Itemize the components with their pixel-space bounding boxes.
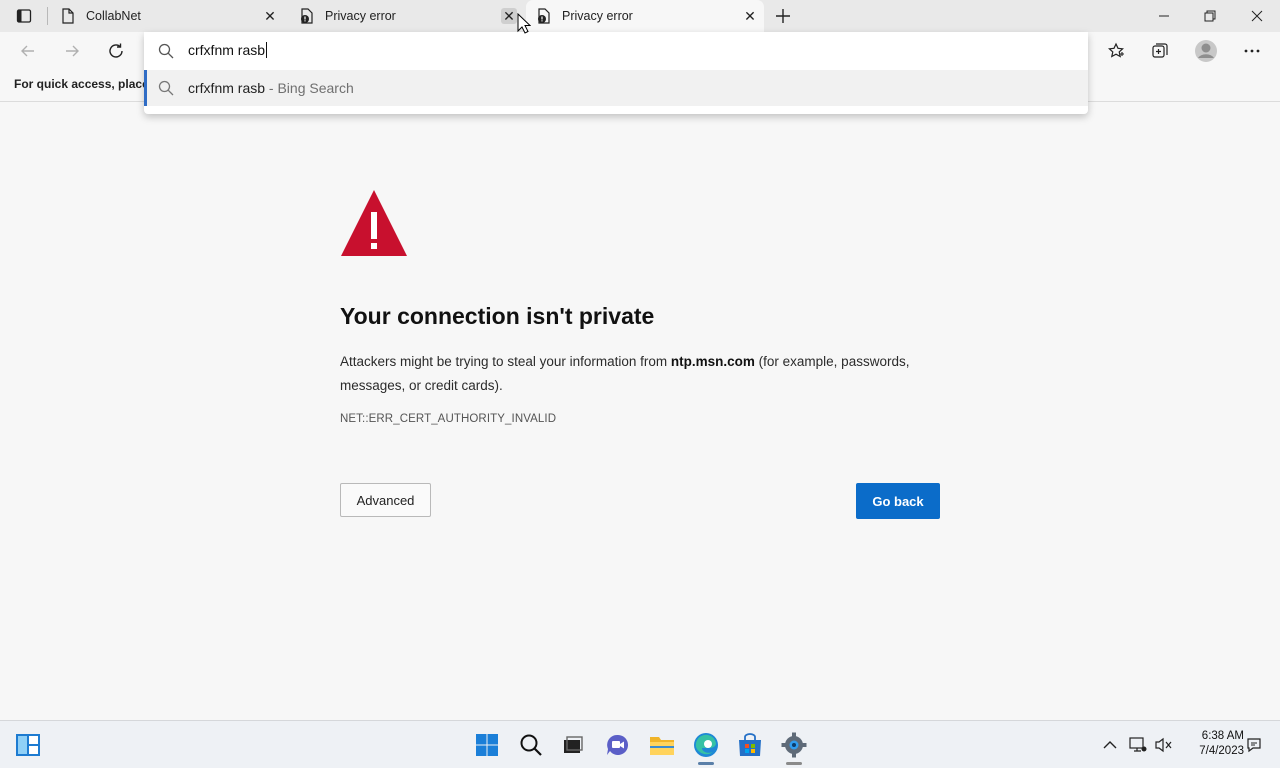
running-app-indicator <box>786 762 802 765</box>
close-icon[interactable]: ✕ <box>742 8 758 24</box>
chevron-up-icon[interactable] <box>1100 735 1120 755</box>
notification-icon[interactable] <box>1244 735 1264 755</box>
back-arrow-icon[interactable] <box>14 38 42 64</box>
error-code: NET::ERR_CERT_AUTHORITY_INVALID <box>340 413 557 425</box>
tab-strip: CollabNet ✕ Privacy error ✕ Privacy erro… <box>0 0 1280 32</box>
tab-privacy-error-2[interactable]: Privacy error ✕ <box>526 0 764 32</box>
search-icon <box>158 43 174 59</box>
start-button[interactable] <box>471 729 503 761</box>
task-view-icon[interactable] <box>557 729 589 761</box>
warning-triangle-icon <box>340 188 408 258</box>
clock-date: 7/4/2023 <box>1199 745 1244 757</box>
collections-icon[interactable] <box>1146 38 1174 64</box>
error-description: Attackers might be trying to steal your … <box>340 354 910 393</box>
search-suggestion[interactable]: crfxfnm rasb - Bing Search <box>144 70 1088 106</box>
taskbar: 6:38 AM 7/4/2023 <box>0 720 1280 768</box>
forward-arrow-icon[interactable] <box>58 38 86 64</box>
network-icon[interactable] <box>1128 735 1148 755</box>
suggestion-source: - Bing Search <box>265 80 354 96</box>
page-icon <box>60 8 76 24</box>
system-clock[interactable]: 6:38 AM 7/4/2023 <box>1184 729 1244 759</box>
favorites-bar-hint: For quick access, place y <box>14 77 144 91</box>
page-title: Your connection isn't private <box>340 303 655 329</box>
active-app-indicator <box>698 762 714 765</box>
minimize-button[interactable] <box>1141 0 1187 32</box>
file-explorer-icon[interactable] <box>646 729 678 761</box>
search-icon <box>158 80 174 96</box>
profile-avatar-icon[interactable] <box>1192 38 1220 64</box>
tab-separator <box>47 7 48 25</box>
edge-browser-icon[interactable] <box>690 729 722 765</box>
search-icon[interactable] <box>515 729 547 761</box>
mouse-cursor <box>517 12 532 40</box>
chat-icon[interactable] <box>602 729 634 761</box>
settings-gear-icon[interactable] <box>778 729 810 765</box>
address-bar-input[interactable]: crfxfnm rasb <box>144 32 1088 70</box>
new-tab-button[interactable] <box>772 5 794 27</box>
tab-actions-icon[interactable] <box>8 5 40 27</box>
close-icon[interactable]: ✕ <box>501 8 517 24</box>
go-back-button[interactable]: Go back <box>856 483 940 519</box>
tab-collabnet[interactable]: CollabNet ✕ <box>52 0 284 32</box>
text-caret <box>266 42 268 58</box>
close-window-button[interactable] <box>1234 0 1280 32</box>
warning-page-icon <box>536 8 552 24</box>
suggestion-text: crfxfnm rasb <box>188 80 266 96</box>
tab-title: Privacy error <box>562 9 633 23</box>
store-icon[interactable] <box>734 729 766 761</box>
widgets-icon[interactable] <box>12 729 44 761</box>
tab-title: Privacy error <box>325 9 396 23</box>
address-bar-query: crfxfnm rasb <box>188 42 266 58</box>
volume-muted-icon[interactable] <box>1154 735 1174 755</box>
warning-page-icon <box>299 8 315 24</box>
tab-privacy-error-1[interactable]: Privacy error ✕ <box>291 0 523 32</box>
close-icon[interactable]: ✕ <box>262 8 278 24</box>
error-host: ntp.msn.com <box>670 354 755 369</box>
tab-title: CollabNet <box>86 9 141 23</box>
address-bar-dropdown: crfxfnm rasb crfxfnm rasb - Bing Search <box>144 32 1088 114</box>
favorites-star-icon[interactable] <box>1102 38 1130 64</box>
advanced-button[interactable]: Advanced <box>340 483 431 517</box>
clock-time: 6:38 AM <box>1201 730 1244 742</box>
restore-button[interactable] <box>1187 0 1233 32</box>
refresh-icon[interactable] <box>102 38 130 64</box>
more-options-icon[interactable] <box>1238 38 1266 64</box>
